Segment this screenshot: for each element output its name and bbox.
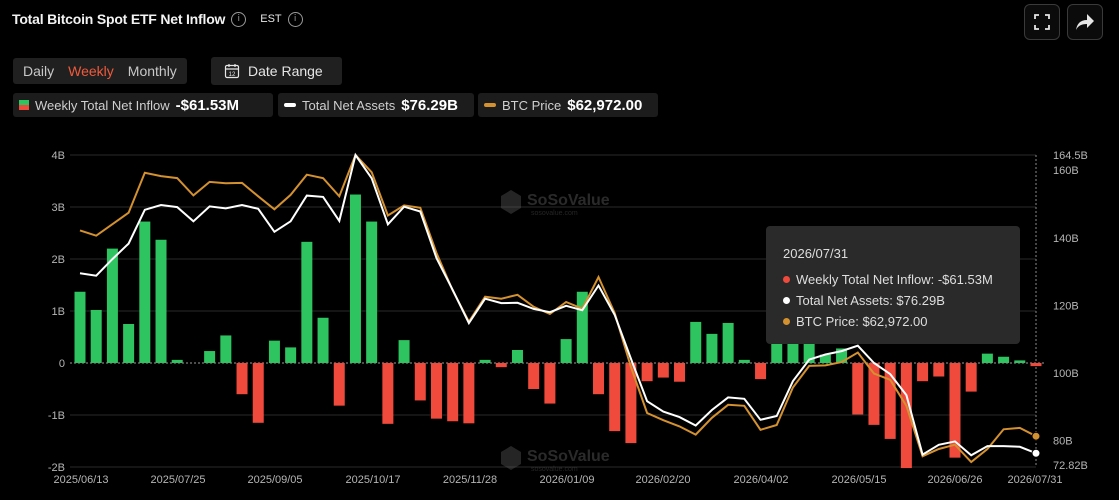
tooltip-assets-dot xyxy=(783,297,790,304)
inflow-bar xyxy=(268,340,280,363)
watermark-logo-icon-2 xyxy=(501,446,521,470)
watermark-domain-2: sosovalue.com xyxy=(531,466,578,473)
tooltip-date: 2026/07/31 xyxy=(783,246,849,261)
price-hover-dot xyxy=(1031,431,1041,441)
x-tick-label: 2025/11/28 xyxy=(443,474,497,486)
watermark-logo-icon xyxy=(501,190,521,214)
inflow-bar xyxy=(139,221,151,363)
inflow-bar xyxy=(90,309,102,363)
inflow-bar xyxy=(657,363,669,378)
watermark-brand-2: SoSoValue xyxy=(527,448,610,465)
inflow-bar xyxy=(641,363,653,382)
tooltip-assets-row: Total Net Assets: $76.29B xyxy=(783,293,1020,308)
inflow-bar xyxy=(917,363,929,382)
right-tick-label: 140B xyxy=(1053,233,1079,245)
inflow-bar xyxy=(965,363,977,392)
tooltip-price: BTC Price: $62,972.00 xyxy=(796,314,928,329)
inflow-bar xyxy=(852,363,864,415)
inflow-bar xyxy=(998,356,1010,363)
inflow-bar xyxy=(511,350,523,363)
left-tick-label: 2B xyxy=(52,254,65,266)
inflow-bar xyxy=(301,241,313,363)
inflow-bar xyxy=(171,359,183,363)
inflow-bar xyxy=(981,353,993,363)
x-tick-label: 2025/09/05 xyxy=(247,474,302,486)
inflow-bar xyxy=(528,363,540,389)
inflow-bar xyxy=(609,363,621,432)
inflow-bar xyxy=(382,363,394,424)
inflow-bar xyxy=(204,351,216,363)
x-tick-label: 2025/10/17 xyxy=(345,474,400,486)
left-tick-label: -2B xyxy=(48,462,65,474)
x-tick-label: 2025/07/25 xyxy=(150,474,205,486)
x-tick-label: 2025/06/13 xyxy=(53,474,108,486)
inflow-bar xyxy=(544,363,556,404)
inflow-bar xyxy=(236,363,248,395)
inflow-bar xyxy=(398,340,410,363)
inflow-bar xyxy=(430,363,442,419)
watermark-brand: SoSoValue xyxy=(527,192,610,209)
tooltip-price-row: BTC Price: $62,972.00 xyxy=(783,314,1020,329)
x-tick-label: 2026/07/31 xyxy=(1007,474,1062,486)
right-tick-label: 80B xyxy=(1053,436,1073,448)
assets-hover-dot xyxy=(1031,448,1041,458)
left-tick-label: 0 xyxy=(59,358,65,370)
inflow-bar xyxy=(463,363,475,424)
inflow-bar xyxy=(106,248,118,363)
inflow-bar xyxy=(333,363,345,406)
inflow-bar xyxy=(123,324,135,363)
tooltip-inflow: Weekly Total Net Inflow: -$61.53M xyxy=(796,272,993,287)
inflow-bar xyxy=(155,239,167,363)
inflow-bar xyxy=(317,317,329,363)
left-tick-label: 1B xyxy=(52,306,65,318)
inflow-bar xyxy=(495,363,507,368)
tooltip-inflow-row: Weekly Total Net Inflow: -$61.53M xyxy=(783,272,1020,287)
inflow-bar xyxy=(706,333,718,363)
inflow-bar xyxy=(220,335,232,363)
tooltip-price-dot xyxy=(783,318,790,325)
x-tick-label: 2026/06/26 xyxy=(927,474,982,486)
watermarks: SoSoValue sosovalue.com SoSoValue sosova… xyxy=(501,190,610,473)
inflow-bar xyxy=(349,194,361,363)
watermark-domain: sosovalue.com xyxy=(531,210,578,217)
right-tick-label: 164.5B xyxy=(1053,150,1088,162)
left-tick-label: 3B xyxy=(52,202,65,214)
inflow-bar xyxy=(479,359,491,363)
right-tick-label: 120B xyxy=(1053,300,1079,312)
inflow-bar xyxy=(447,363,459,422)
tooltip-assets: Total Net Assets: $76.29B xyxy=(796,293,945,308)
right-tick-label: 100B xyxy=(1053,368,1079,380)
right-tick-label: 72.82B xyxy=(1053,460,1088,472)
inflow-bar xyxy=(74,291,86,363)
x-tick-label: 2026/01/09 xyxy=(539,474,594,486)
inflow-bar xyxy=(593,363,605,395)
x-tick-label: 2026/05/15 xyxy=(831,474,886,486)
inflow-bar xyxy=(285,347,297,363)
left-tick-label: 4B xyxy=(52,150,65,162)
inflow-bar xyxy=(738,359,750,363)
x-tick-label: 2026/02/20 xyxy=(635,474,690,486)
inflow-bar xyxy=(366,221,378,363)
right-tick-label: 160B xyxy=(1053,165,1079,177)
left-tick-label: -1B xyxy=(48,410,65,422)
inflow-bar xyxy=(560,339,572,363)
x-tick-label: 2026/04/02 xyxy=(733,474,788,486)
inflow-bar xyxy=(252,363,264,423)
inflow-bar xyxy=(755,363,767,380)
inflow-bar xyxy=(1030,363,1042,367)
inflow-bar xyxy=(690,321,702,363)
inflow-bar xyxy=(1014,360,1026,363)
chart-tooltip: 2026/07/31 Weekly Total Net Inflow: -$61… xyxy=(766,226,1020,344)
inflow-bar xyxy=(414,363,426,401)
inflow-bar xyxy=(933,363,945,377)
tooltip-inflow-dot xyxy=(783,276,790,283)
inflow-bar xyxy=(787,342,799,363)
inflow-bar xyxy=(722,322,734,363)
inflow-bar xyxy=(674,363,686,382)
